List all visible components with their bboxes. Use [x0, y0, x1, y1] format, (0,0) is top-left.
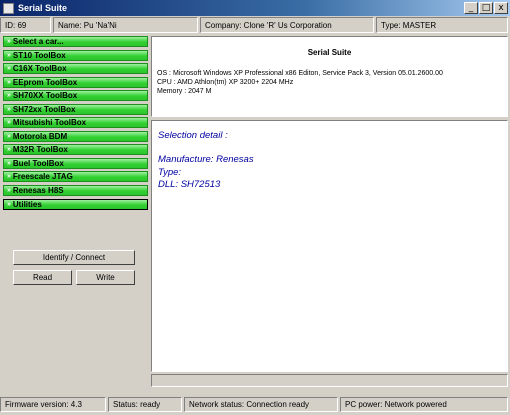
- read-button[interactable]: Read: [13, 270, 72, 285]
- sidebar-item-freescale[interactable]: » Freescale JTAG: [3, 171, 148, 183]
- detail-type: Type:: [158, 167, 182, 178]
- info-bar: ID: 69 Name: Pu 'Na'Ni Company: Clone 'R…: [0, 17, 510, 35]
- status-text: Status: ready: [108, 397, 182, 412]
- detail-dll: DLL: SH72513: [158, 179, 221, 190]
- minimize-button[interactable]: _: [464, 2, 478, 14]
- chevron-right-icon: »: [7, 159, 11, 167]
- chevron-right-icon: »: [7, 92, 11, 100]
- chevron-right-icon: »: [7, 173, 11, 181]
- sidebar-item-sh72xx[interactable]: » SH72xx ToolBox: [3, 103, 148, 115]
- sidebar-item-utilities[interactable]: » Utilities: [3, 198, 148, 210]
- sidebar-item-buel[interactable]: » Buel ToolBox: [3, 157, 148, 169]
- status-bar: Firmware version: 4.3 Status: ready Netw…: [0, 397, 510, 413]
- memory-info: Memory : 2047 M: [157, 88, 212, 95]
- os-info: OS : Microsoft Windows XP Professional x…: [157, 70, 443, 77]
- sidebar-item-label: Mitsubishi ToolBox: [12, 118, 87, 128]
- sidebar-item-label: SH72xx ToolBox: [12, 104, 76, 114]
- sidebar-item-label: Select a car...: [12, 37, 64, 46]
- company-field: Company: Clone 'R' Us Corporation: [200, 17, 374, 33]
- name-field: Name: Pu 'Na'Ni: [53, 17, 198, 33]
- network-status: Network status: Connection ready: [184, 397, 338, 412]
- chevron-right-icon: »: [7, 105, 11, 113]
- sidebar-item-c16x[interactable]: » C16X ToolBox: [3, 63, 148, 75]
- chevron-right-icon: »: [7, 51, 11, 59]
- sidebar-item-label: ST10 ToolBox: [12, 50, 66, 60]
- chevron-right-icon: »: [7, 65, 11, 73]
- sidebar-item-label: Buel ToolBox: [12, 158, 64, 168]
- sidebar-item-mitsubishi[interactable]: » Mitsubishi ToolBox: [3, 117, 148, 129]
- system-info-panel: Serial Suite OS : Microsoft Windows XP P…: [151, 36, 508, 117]
- cpu-info: CPU : AMD Athlon(tm) XP 3200+ 2204 MHz: [157, 79, 294, 86]
- sidebar-item-sh70xx[interactable]: » SH70XX ToolBox: [3, 90, 148, 102]
- sidebar-item-m32r[interactable]: » M32R ToolBox: [3, 144, 148, 156]
- selection-detail-panel: Selection detail : Manufacture: Renesas …: [151, 120, 508, 372]
- sidebar-item-label: SH70XX ToolBox: [12, 91, 78, 101]
- chevron-right-icon: »: [7, 146, 11, 154]
- sidebar-item-renesas[interactable]: » Renesas H8S: [3, 185, 148, 197]
- app-icon: [3, 2, 14, 14]
- detail-manufacture: Manufacture: Renesas: [158, 154, 254, 165]
- sidebar-item-label: Motorola BDM: [12, 131, 68, 141]
- sidebar-item-label: EEprom ToolBox: [12, 77, 78, 87]
- chevron-right-icon: »: [7, 200, 11, 208]
- detail-heading: Selection detail :: [158, 130, 228, 141]
- sidebar-item-st10[interactable]: » ST10 ToolBox: [3, 49, 148, 61]
- sidebar-item-label: Utilities: [12, 199, 42, 209]
- maximize-button[interactable]: □: [479, 2, 493, 14]
- close-button[interactable]: x: [494, 2, 508, 14]
- firmware-version: Firmware version: 4.3: [0, 397, 106, 412]
- sidebar-item-eeprom[interactable]: » EEprom ToolBox: [3, 76, 148, 88]
- sidebar: » Select a car... » ST10 ToolBox » C16X Too…: [3, 36, 148, 212]
- type-field: Type: MASTER: [376, 17, 508, 33]
- chevron-right-icon: »: [7, 132, 11, 140]
- pc-power: PC power: Network powered: [340, 397, 508, 412]
- sidebar-item-label: Freescale JTAG: [12, 172, 73, 182]
- sidebar-item-select-car[interactable]: » Select a car...: [3, 36, 148, 47]
- window-title: Serial Suite: [18, 3, 68, 13]
- chevron-right-icon: »: [7, 38, 11, 45]
- chevron-right-icon: »: [7, 78, 11, 86]
- chevron-right-icon: »: [7, 119, 11, 127]
- write-button[interactable]: Write: [76, 270, 135, 285]
- progress-bar: [151, 374, 508, 387]
- sidebar-item-label: C16X ToolBox: [12, 64, 67, 74]
- info-panel-title: Serial Suite: [307, 48, 352, 57]
- title-bar[interactable]: Serial Suite _ □ x: [0, 0, 510, 16]
- identify-connect-button[interactable]: Identify / Connect: [13, 250, 135, 265]
- sidebar-item-label: M32R ToolBox: [12, 145, 68, 155]
- id-field: ID: 69: [0, 17, 51, 33]
- chevron-right-icon: »: [7, 187, 11, 195]
- sidebar-item-label: Renesas H8S: [12, 186, 64, 196]
- sidebar-item-motorola[interactable]: » Motorola BDM: [3, 130, 148, 142]
